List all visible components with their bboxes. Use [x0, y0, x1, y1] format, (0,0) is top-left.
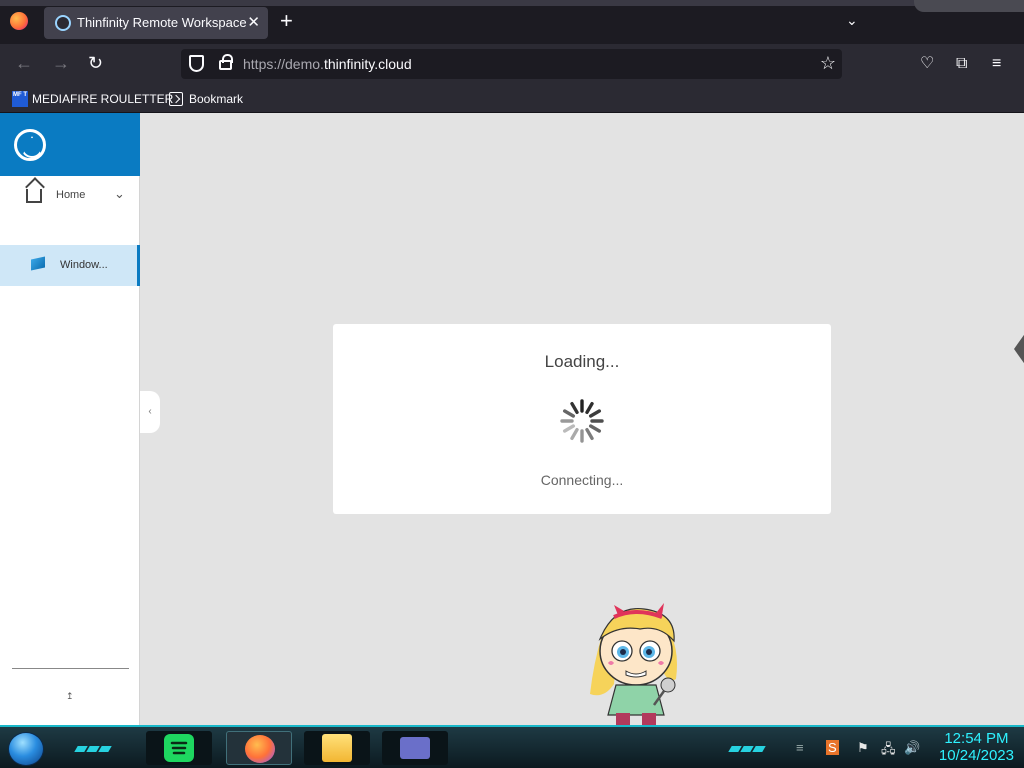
new-tab-button[interactable]: + [280, 10, 293, 32]
edge-arrow-icon [1014, 332, 1024, 366]
bookmark-label: MEDIAFIRE ROULETTER [32, 92, 174, 106]
network-icon[interactable]: 🖧 [881, 740, 896, 762]
window-top-border [0, 0, 1024, 6]
flag-icon[interactable]: ⚑ [857, 740, 869, 756]
url-domain: thinfinity.cloud [323, 56, 412, 72]
taskbar-app-spotify[interactable] [146, 731, 212, 765]
cartoon-character-image [590, 603, 677, 725]
start-button[interactable] [8, 732, 44, 766]
pin-icon[interactable]: ↥ [66, 691, 74, 702]
page-icon [169, 92, 183, 106]
taskbar-clock[interactable]: 12:54 PM 10/24/2023 [939, 730, 1014, 764]
taskbar-app-window[interactable] [382, 731, 448, 765]
url-text[interactable]: https://demo.thinfinity.cloud [243, 56, 412, 72]
window-frame-decoration [914, 0, 1024, 12]
back-button[interactable]: ← [15, 53, 33, 73]
sidebar-header [0, 113, 140, 176]
tab-title: Thinfinity Remote Workspace [77, 15, 247, 30]
windows-icon [31, 256, 45, 271]
connection-status: Connecting... [540, 472, 624, 488]
extensions-icon[interactable]: ⧉ [956, 54, 967, 74]
lock-icon[interactable] [219, 54, 233, 70]
reload-button[interactable]: ↻ [88, 53, 103, 73]
loading-dialog: Loading... Connecting... [333, 324, 831, 514]
pocket-icon[interactable]: ♡ [920, 54, 934, 74]
bookmark-star-icon[interactable]: ☆ [820, 53, 836, 74]
navigation-toolbar: ← → ↻ https://demo.thinfinity.cloud ☆ ♡ … [0, 44, 1024, 84]
mediafire-icon: MF T [12, 91, 28, 107]
chevron-down-icon[interactable]: ⌄ [114, 186, 125, 202]
tab-close-icon[interactable]: ✕ [247, 13, 260, 31]
app-menu-icon[interactable]: ≡ [992, 54, 1001, 74]
forward-button[interactable]: → [52, 53, 70, 73]
spotify-icon [164, 734, 194, 762]
taskbar: ≡ S ⚑ 🖧 🔊 12:54 PM 10/24/2023 [0, 725, 1024, 768]
taskbar-app-firefox[interactable] [226, 731, 292, 765]
taskbar-decoration [74, 739, 120, 752]
dialog-title: Loading... [544, 352, 620, 371]
url-prefix: https://demo. [243, 56, 324, 72]
bookmark-second[interactable]: Bookmark [169, 90, 243, 108]
tracking-protection-shield-icon[interactable] [189, 55, 204, 72]
thinfinity-favicon-icon [55, 15, 71, 31]
loading-spinner-icon [560, 399, 604, 443]
bookmarks-toolbar: MF T MEDIAFIRE ROULETTER Bookmark [0, 84, 1024, 113]
sidebar-item-windows[interactable]: Window... [0, 245, 140, 286]
sidebar-collapse-button[interactable]: ‹ [140, 391, 160, 433]
tab-strip: Thinfinity Remote Workspace ✕ + ⌄ [0, 0, 1024, 44]
volume-icon[interactable]: 🔊 [904, 740, 920, 756]
home-icon [26, 189, 42, 203]
firefox-view-icon[interactable] [10, 12, 28, 30]
folder-icon [322, 734, 352, 762]
show-hidden-icons-icon[interactable]: ≡ [796, 740, 804, 755]
bookmark-label: Bookmark [189, 92, 244, 106]
sidebar: Home ⌄ Window... ↥ [0, 113, 140, 725]
sidebar-item-label: Window... [60, 259, 108, 271]
sublime-tray-icon[interactable]: S [826, 740, 839, 755]
bookmark-mediafire[interactable]: MF T MEDIAFIRE ROULETTER [12, 90, 173, 108]
list-all-tabs-chevron-icon[interactable]: ⌄ [846, 12, 858, 29]
thinfinity-logo-icon[interactable] [14, 129, 46, 161]
sidebar-item-label: Home [56, 189, 86, 201]
taskbar-app-file-explorer[interactable] [304, 731, 370, 765]
clock-time: 12:54 PM [944, 730, 1009, 747]
tab-thinfinity[interactable]: Thinfinity Remote Workspace ✕ [44, 7, 268, 39]
taskbar-decoration [728, 739, 774, 752]
sidebar-item-home[interactable]: Home ⌄ [0, 176, 140, 216]
address-bar[interactable]: https://demo.thinfinity.cloud ☆ [181, 49, 842, 79]
sidebar-divider [12, 668, 129, 669]
clock-date: 10/24/2023 [938, 747, 1014, 764]
web-page: Home ⌄ Window... ↥ ‹ Loading... Connecti… [0, 113, 1024, 725]
firefox-icon [245, 735, 275, 763]
window-app-icon [400, 737, 430, 759]
